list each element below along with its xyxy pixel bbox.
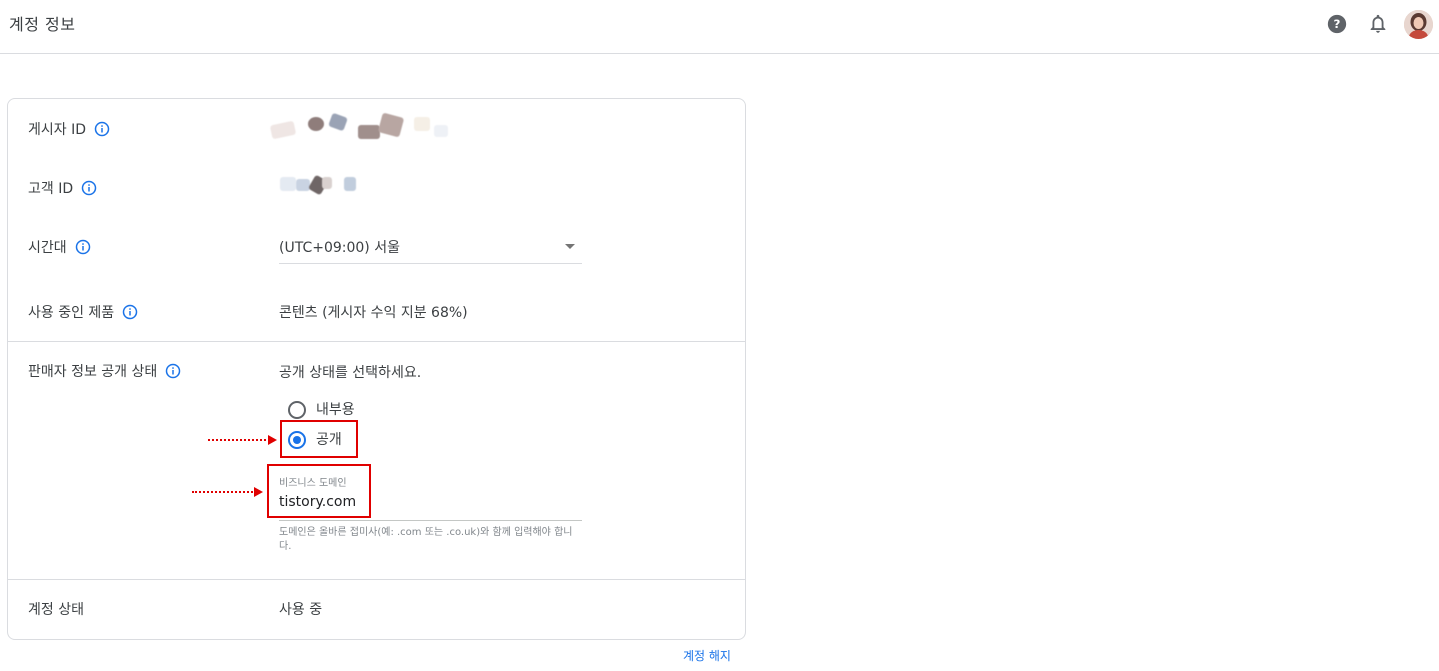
notifications-icon[interactable]	[1367, 13, 1389, 35]
business-domain-underline	[279, 520, 582, 521]
annotation-arrow-head	[268, 435, 277, 445]
divider	[8, 341, 745, 342]
annotation-box-domain	[267, 464, 371, 518]
annotation-box-public	[280, 420, 358, 458]
divider	[8, 579, 745, 580]
top-bar: 계정 정보 ?	[0, 0, 1439, 54]
svg-text:?: ?	[1334, 17, 1341, 31]
avatar[interactable]	[1404, 10, 1433, 39]
info-icon[interactable]	[94, 121, 110, 137]
radio-internal-label[interactable]: 내부용	[316, 399, 355, 419]
seller-info-prompt: 공개 상태를 선택하세요.	[279, 365, 422, 381]
publisher-id-label: 게시자 ID	[28, 119, 110, 139]
chevron-down-icon[interactable]	[565, 244, 575, 249]
info-icon[interactable]	[122, 304, 138, 320]
seller-info-label-text: 판매자 정보 공개 상태	[28, 364, 158, 380]
account-info-card: 게시자 ID 고객 ID 시간대 (UTC+09:00) 서울 사용 중인 제품…	[7, 98, 746, 640]
timezone-label: 시간대	[28, 237, 91, 257]
annotation-arrow-line	[208, 439, 270, 441]
customer-id-label-text: 고객 ID	[28, 181, 74, 197]
info-icon[interactable]	[75, 239, 91, 255]
products-label-text: 사용 중인 제품	[28, 305, 115, 321]
radio-internal[interactable]	[288, 401, 306, 419]
account-status-value: 사용 중	[279, 602, 323, 618]
publisher-id-label-text: 게시자 ID	[28, 122, 86, 138]
account-status-label: 계정 상태	[28, 599, 84, 619]
timezone-select-underline	[279, 263, 582, 264]
annotation-arrow-head	[254, 487, 263, 497]
business-domain-hint: 도메인은 올바른 접미사(예: .com 또는 .co.uk)와 함께 입력해야…	[279, 527, 573, 552]
annotation-arrow-line	[192, 491, 256, 493]
seller-info-label: 판매자 정보 공개 상태	[28, 361, 181, 381]
info-icon[interactable]	[81, 180, 97, 196]
products-value: 콘텐츠 (게시자 수익 지분 68%)	[279, 305, 468, 321]
account-status-label-text: 계정 상태	[28, 602, 84, 618]
close-account-link[interactable]: 계정 해지	[683, 647, 731, 664]
info-icon[interactable]	[165, 363, 181, 379]
page-title: 계정 정보	[9, 15, 76, 34]
help-icon[interactable]: ?	[1326, 13, 1348, 35]
timezone-label-text: 시간대	[28, 240, 67, 256]
customer-id-label: 고객 ID	[28, 178, 97, 198]
products-label: 사용 중인 제품	[28, 302, 138, 322]
timezone-select[interactable]: (UTC+09:00) 서울	[279, 237, 400, 257]
